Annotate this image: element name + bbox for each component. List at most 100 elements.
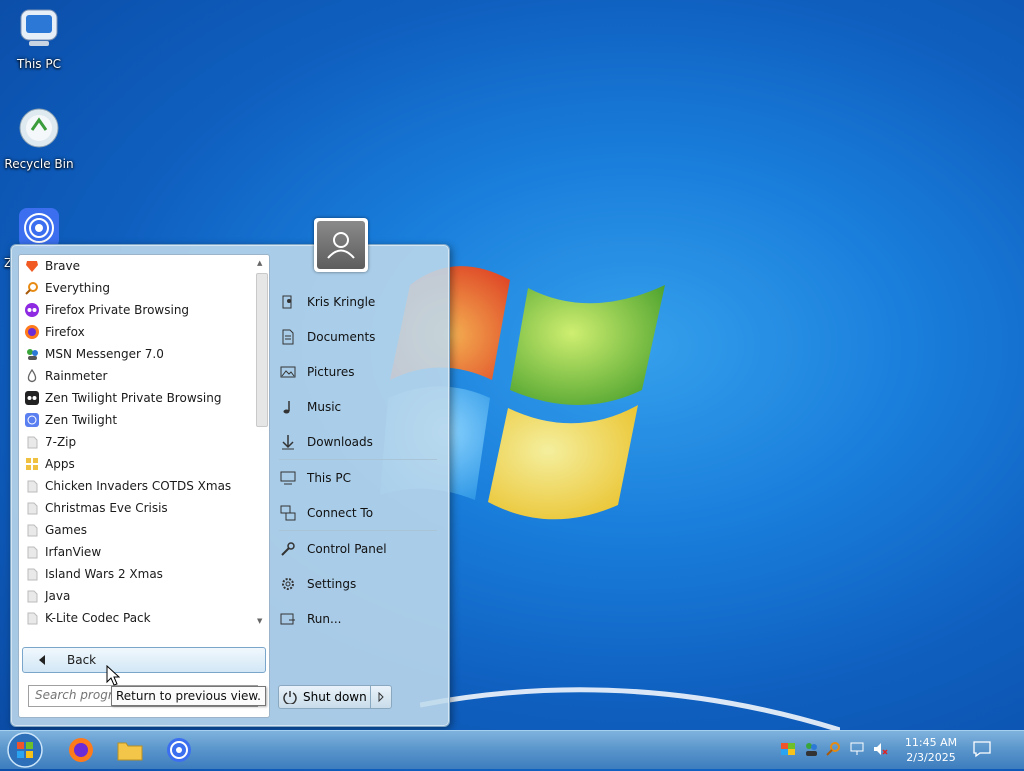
- right-item-user-folder[interactable]: Kris Kringle: [279, 289, 439, 315]
- folder-7zip[interactable]: 7-Zip: [19, 431, 253, 453]
- right-item-label: Control Panel: [307, 542, 387, 556]
- right-item-label: Pictures: [307, 365, 355, 379]
- right-item-this-pc[interactable]: This PC: [279, 465, 439, 491]
- folder-chicken-invaders[interactable]: Chicken Invaders COTDS Xmas: [19, 475, 253, 497]
- speaker-muted-icon[interactable]: [872, 741, 888, 757]
- start-button[interactable]: [6, 732, 44, 768]
- folder-java[interactable]: Java: [19, 585, 253, 607]
- msn-icon: [25, 347, 39, 361]
- scroll-up-icon[interactable]: ▲: [257, 259, 262, 267]
- program-label: Rainmeter: [45, 369, 108, 383]
- download-icon: [282, 435, 294, 450]
- program-rainmeter[interactable]: Rainmeter: [19, 365, 253, 387]
- user-folder-icon: [282, 295, 292, 309]
- document-icon: [282, 329, 294, 345]
- folder-christmas-eve-crisis[interactable]: Christmas Eve Crisis: [19, 497, 253, 519]
- right-item-label: This PC: [307, 471, 351, 485]
- picture-icon: [280, 366, 296, 378]
- shutdown-options-arrow-icon[interactable]: [370, 686, 391, 708]
- clock-time: 11:45 AM: [904, 736, 958, 749]
- right-item-settings[interactable]: Settings: [279, 571, 439, 597]
- taskbar-file-explorer[interactable]: [105, 733, 155, 767]
- magnifier-icon: [25, 281, 39, 295]
- program-label: Everything: [45, 281, 110, 295]
- folder-k-lite[interactable]: K-Lite Codec Pack: [19, 607, 253, 629]
- zen-icon: [25, 413, 39, 427]
- brave-icon: [25, 259, 39, 273]
- right-item-label: Connect To: [307, 506, 374, 520]
- start-menu-left-pane: Brave Everything Firefox Private Browsin…: [18, 254, 270, 718]
- program-label: Island Wars 2 Xmas: [45, 567, 163, 581]
- rainmeter-icon: [25, 368, 39, 383]
- network-icon[interactable]: [849, 741, 865, 757]
- clock[interactable]: 11:45 AM 2/3/2025: [896, 735, 966, 765]
- msn-tray-icon[interactable]: [803, 741, 819, 757]
- folder-irfanview[interactable]: IrfanView: [19, 541, 253, 563]
- folder-icon: [25, 479, 39, 493]
- music-note-icon: [283, 401, 290, 414]
- firefox-private-icon: [25, 303, 39, 317]
- system-tray: [780, 741, 888, 757]
- desktop-icon-recycle-bin[interactable]: Recycle Bin: [0, 106, 78, 171]
- program-firefox-private[interactable]: Firefox Private Browsing: [19, 299, 253, 321]
- right-item-downloads[interactable]: Downloads: [279, 429, 439, 455]
- computer-icon: [20, 9, 58, 46]
- recycle-bin-icon: [19, 108, 59, 148]
- program-zen-twilight[interactable]: Zen Twilight: [19, 409, 253, 431]
- program-label: IrfanView: [45, 545, 102, 559]
- right-item-control-panel[interactable]: Control Panel: [279, 536, 439, 562]
- power-icon: [283, 691, 297, 704]
- right-item-run[interactable]: Run...: [279, 606, 439, 632]
- menu-separator: [279, 459, 437, 460]
- magnifier-icon[interactable]: [826, 741, 842, 757]
- program-everything[interactable]: Everything: [19, 277, 253, 299]
- user-icon: [327, 232, 355, 259]
- taskbar-firefox[interactable]: [56, 733, 106, 767]
- folder-icon: [25, 611, 39, 625]
- program-firefox[interactable]: Firefox: [19, 321, 253, 343]
- program-label: 7-Zip: [45, 435, 77, 449]
- right-item-label: Downloads: [307, 435, 373, 449]
- right-item-pictures[interactable]: Pictures: [279, 359, 439, 385]
- folder-apps[interactable]: Apps: [19, 453, 253, 475]
- firefox-icon: [69, 738, 93, 762]
- wallpaper-swoosh: [420, 687, 840, 733]
- program-list-scrollbar[interactable]: ▲ ▼: [255, 257, 268, 629]
- folder-icon: [25, 589, 39, 603]
- program-label: Zen Twilight Private Browsing: [45, 391, 222, 405]
- taskbar-zen[interactable]: [154, 733, 204, 767]
- right-item-label: Kris Kringle: [307, 295, 376, 309]
- program-zen-private[interactable]: Zen Twilight Private Browsing: [19, 387, 253, 409]
- scrollbar-thumb[interactable]: [256, 273, 268, 427]
- program-msn-messenger[interactable]: MSN Messenger 7.0: [19, 343, 253, 365]
- folder-games[interactable]: Games: [19, 519, 253, 541]
- desktop-icon-this-pc[interactable]: This PC: [0, 6, 78, 71]
- right-item-documents[interactable]: Documents: [279, 324, 439, 350]
- windows-orb-icon: [7, 732, 43, 768]
- program-label: Games: [45, 523, 87, 537]
- notification-icon[interactable]: [972, 740, 992, 758]
- tooltip-return-previous: Return to previous view.: [111, 686, 266, 706]
- program-label: Apps: [45, 457, 75, 471]
- right-item-label: Run...: [307, 612, 342, 626]
- right-item-label: Documents: [307, 330, 376, 344]
- right-item-connect-to[interactable]: Connect To: [279, 500, 439, 526]
- folder-island-wars[interactable]: Island Wars 2 Xmas: [19, 563, 253, 585]
- desktop-icon-label: This PC: [17, 57, 61, 71]
- user-avatar[interactable]: [314, 218, 368, 272]
- taskbar: 11:45 AM 2/3/2025: [0, 730, 1024, 769]
- shutdown-button[interactable]: Shut down: [278, 685, 392, 709]
- folder-icon: [25, 545, 39, 559]
- program-label: Zen Twilight: [45, 413, 118, 427]
- zen-icon: [167, 738, 191, 762]
- right-item-music[interactable]: Music: [279, 394, 439, 420]
- scroll-down-icon[interactable]: ▼: [257, 617, 262, 625]
- back-button[interactable]: Back: [22, 647, 266, 673]
- program-label: Java: [45, 589, 71, 603]
- desktop-icon-label: Recycle Bin: [4, 157, 74, 171]
- flag-icon[interactable]: [780, 741, 796, 757]
- program-label: Chicken Invaders COTDS Xmas: [45, 479, 232, 493]
- program-brave[interactable]: Brave: [19, 255, 253, 277]
- firefox-icon: [25, 325, 39, 339]
- folder-icon: [25, 501, 39, 515]
